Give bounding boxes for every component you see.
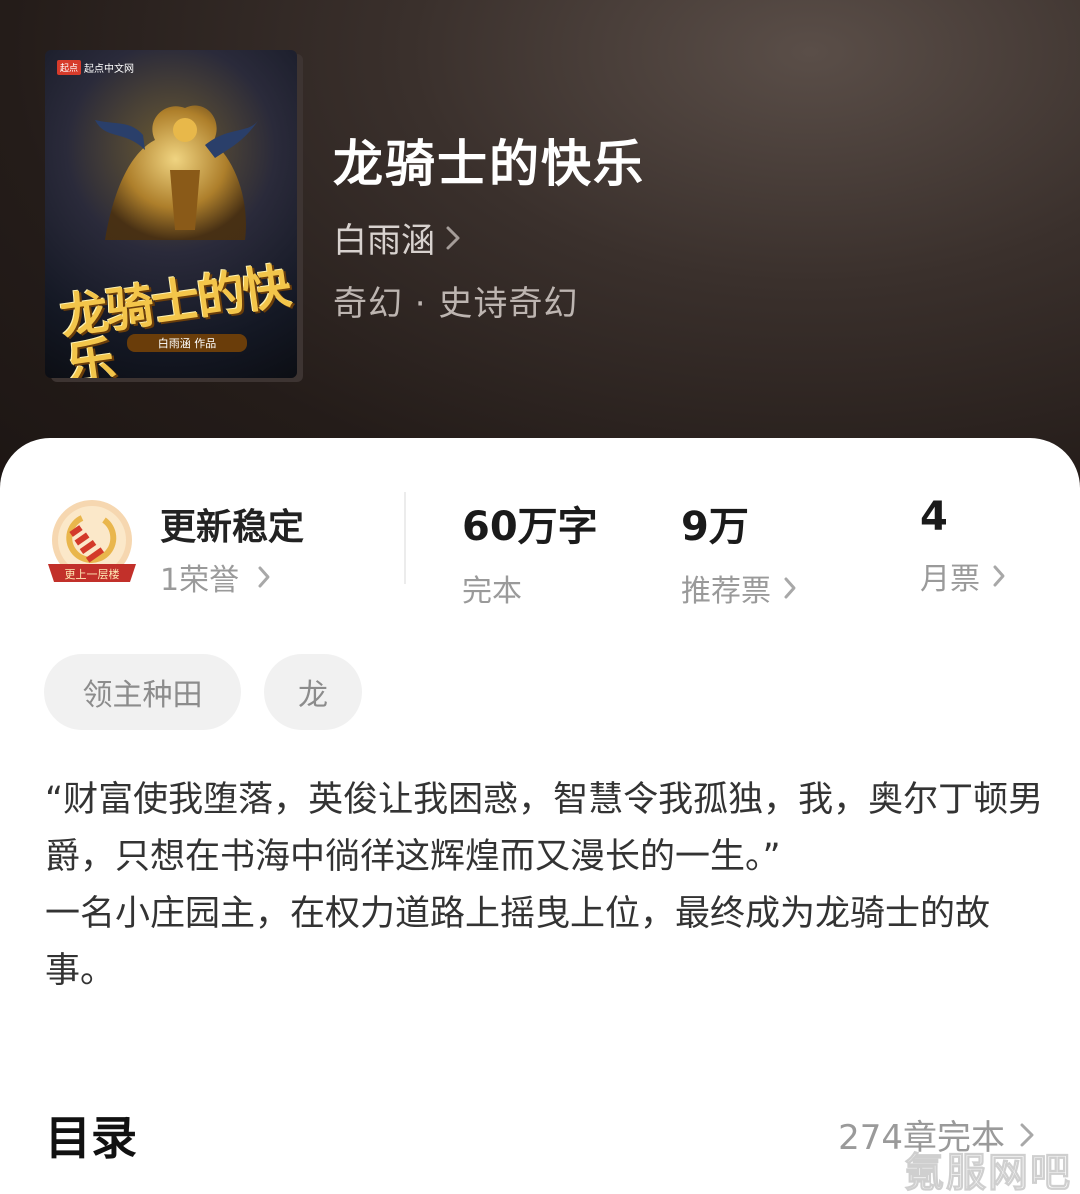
- author-name: 白雨涵: [333, 221, 435, 261]
- publisher-logo: 起点 起点中文网: [57, 60, 134, 75]
- book-synopsis[interactable]: “财富使我堕落，英俊让我困惑，智慧令我孤独，我，奥尔丁顿男爵，只想在书海中徜徉这…: [45, 772, 1045, 1000]
- monthly-votes-label: 月票: [920, 562, 980, 597]
- dragon-knight-illustration: [95, 105, 260, 241]
- book-title: 龙骑士的快乐: [333, 134, 645, 193]
- recommend-votes-value: 9万: [681, 504, 749, 550]
- chevron-right-icon: [784, 577, 796, 599]
- tag-chip[interactable]: 龙: [264, 654, 362, 730]
- table-of-contents-title: 目录: [45, 1111, 137, 1165]
- publisher-badge: 起点: [57, 60, 82, 75]
- publisher-name: 起点中文网: [84, 64, 135, 75]
- cover-author-credit: 白雨涵 作品: [127, 334, 247, 352]
- honor-badge-text: 更上一层楼: [65, 567, 120, 581]
- monthly-votes-value: 4: [920, 494, 948, 540]
- stats-divider: [404, 492, 406, 584]
- word-count-value: 60万字: [462, 504, 598, 550]
- completion-status: 完本: [462, 574, 522, 609]
- stat-word-count: 60万字 完本: [462, 494, 598, 610]
- recommend-votes-label: 推荐票: [681, 574, 771, 609]
- author-link[interactable]: 白雨涵: [333, 213, 461, 262]
- honor-link[interactable]: 1荣誉: [160, 555, 271, 599]
- chevron-right-icon: [258, 566, 270, 588]
- honor-count: 1荣誉: [160, 563, 240, 598]
- cover-title-art: 龙骑士的快乐: [56, 258, 293, 378]
- chevron-right-icon: [993, 565, 1005, 587]
- watermark-text: 氪服网吧: [904, 1150, 1072, 1194]
- honor-medal-icon[interactable]: 更上一层楼: [42, 498, 142, 590]
- book-cover[interactable]: 起点 起点中文网 龙骑士的快乐 白雨涵 作品: [45, 50, 297, 378]
- stat-recommend-votes[interactable]: 9万 推荐票: [681, 494, 797, 610]
- tag-chip[interactable]: 领主种田: [44, 654, 241, 730]
- genre-label: 奇幻 · 史诗奇幻: [333, 284, 579, 324]
- chevron-right-icon: [446, 226, 460, 249]
- honor-title: 更新稳定: [160, 507, 305, 548]
- stat-monthly-votes[interactable]: 4 月票: [920, 494, 1006, 598]
